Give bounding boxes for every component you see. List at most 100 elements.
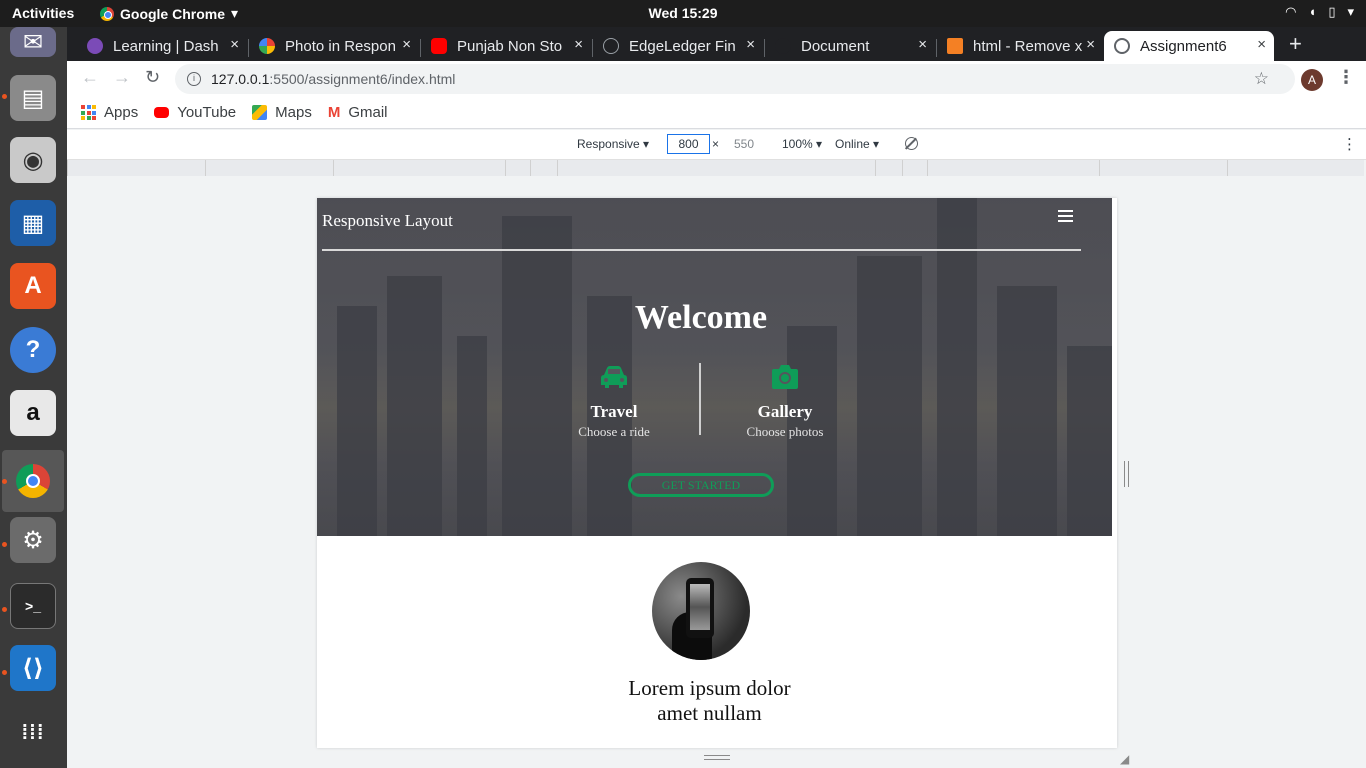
writer-icon[interactable]: ▦ — [10, 200, 56, 246]
nav-divider — [322, 249, 1081, 251]
running-indicator — [2, 542, 7, 547]
gnome-top-bar: Activities Google Chrome ▾ Wed 15:29 ◠ ◖… — [0, 0, 1366, 27]
tab-edgeledger[interactable]: EdgeLedger Fin × — [593, 31, 763, 61]
vscode-icon[interactable]: ⟨⟩ — [10, 645, 56, 691]
settings-icon[interactable]: ⚙ — [10, 517, 56, 563]
bookmarks-bar: Apps YouTube Maps M Gmail — [67, 97, 1366, 129]
url-path: :5500/assignment6/index.html — [269, 71, 456, 87]
back-icon[interactable]: ← — [81, 67, 99, 88]
bookmark-gmail[interactable]: M Gmail — [328, 104, 388, 121]
close-icon[interactable]: × — [746, 36, 755, 53]
tab-label: Learning | Dash — [113, 37, 219, 55]
site-brand[interactable]: Responsive Layout — [322, 211, 453, 231]
hamburger-menu-icon[interactable] — [1058, 210, 1073, 225]
app-menu-label: Google Chrome — [120, 5, 226, 22]
tab-document[interactable]: Document × — [765, 31, 935, 61]
bookmark-youtube[interactable]: YouTube — [154, 104, 236, 121]
height-input[interactable]: 550 — [734, 137, 754, 151]
chrome-icon[interactable] — [2, 450, 64, 512]
viewport-height-resize-handle[interactable] — [704, 755, 730, 760]
tab-label: Photo in Respon — [285, 37, 395, 55]
chrome-menu-icon[interactable]: ⋮ — [1337, 67, 1355, 88]
media-query-ruler[interactable] — [67, 159, 1366, 176]
terminal-icon[interactable]: >_ — [10, 583, 56, 629]
show-apps-icon[interactable]: ⁞⁞⁞ — [10, 710, 56, 756]
media-query-bar[interactable] — [902, 160, 927, 176]
help-icon[interactable]: ? — [10, 327, 56, 373]
running-indicator — [2, 479, 7, 484]
tab-learning[interactable]: Learning | Dash × — [77, 31, 247, 61]
photo-screen — [690, 584, 710, 630]
files-icon[interactable]: ▤ — [10, 75, 56, 121]
bookmark-label: Maps — [275, 104, 312, 121]
tab-favicon-icon — [603, 38, 619, 54]
bookmark-maps[interactable]: Maps — [252, 104, 312, 121]
bookmark-label: Apps — [104, 104, 139, 121]
media-query-bar[interactable] — [1099, 160, 1227, 176]
media-query-bar[interactable] — [67, 160, 205, 176]
tab-stackoverflow[interactable]: html - Remove x × — [937, 31, 1103, 61]
viewport-corner-resize-handle[interactable]: ◢ — [1120, 752, 1129, 766]
activities-button[interactable]: Activities — [12, 5, 74, 21]
media-query-bar[interactable] — [530, 160, 557, 176]
media-query-bar[interactable] — [505, 160, 530, 176]
info-icon[interactable]: i — [187, 72, 201, 86]
tab-photo[interactable]: Photo in Respon × — [249, 31, 419, 61]
close-icon[interactable]: × — [1086, 36, 1095, 53]
chevron-down-icon: ▾ — [231, 5, 239, 21]
app-menu[interactable]: Google Chrome ▾ — [100, 5, 238, 22]
globe-icon — [1114, 38, 1130, 54]
media-query-bar[interactable] — [1227, 160, 1364, 176]
dimension-separator: × — [712, 137, 720, 151]
rotate-icon[interactable] — [905, 137, 918, 150]
device-select[interactable]: Responsive ▾ — [577, 137, 649, 151]
device-menu-icon[interactable]: ⋮ — [1342, 135, 1357, 153]
feature-gallery[interactable]: Gallery Choose photos — [715, 363, 855, 440]
media-query-bar[interactable] — [927, 160, 1099, 176]
address-bar[interactable]: i 127.0.0.1:5500/assignment6/index.html … — [175, 64, 1295, 94]
tab-punjab[interactable]: Punjab Non Sto × — [421, 31, 591, 61]
media-query-bar[interactable] — [875, 160, 902, 176]
media-query-bar[interactable] — [557, 160, 875, 176]
thunderbird-icon[interactable]: ✉ — [10, 27, 56, 57]
close-icon[interactable]: × — [918, 36, 927, 53]
tab-label: Document — [801, 37, 870, 55]
running-indicator — [2, 94, 7, 99]
profile-avatar[interactable]: A — [1301, 69, 1323, 91]
rhythmbox-icon[interactable]: ◉ — [10, 137, 56, 183]
apps-grid-icon — [81, 105, 96, 120]
network-throttle-select[interactable]: Online ▾ — [835, 137, 879, 151]
tab-assignment6[interactable]: Assignment6 × — [1104, 31, 1274, 61]
close-icon[interactable]: × — [574, 36, 583, 53]
device-toolbar: Responsive ▾ 800 × 550 100% ▾ Online ▾ ⋮ — [67, 130, 1366, 159]
amazon-icon[interactable]: a — [10, 390, 56, 436]
bookmark-label: YouTube — [177, 104, 237, 121]
bookmark-label: Gmail — [348, 104, 388, 121]
close-icon[interactable]: × — [402, 36, 411, 53]
media-query-bar[interactable] — [205, 160, 333, 176]
volume-icon: ◖ — [1308, 4, 1317, 19]
new-tab-button[interactable]: + — [1289, 31, 1302, 57]
bookmark-star-icon[interactable]: ☆ — [1254, 69, 1269, 89]
get-started-button[interactable]: GET STARTED — [628, 473, 774, 497]
feature-travel[interactable]: Travel Choose a ride — [544, 363, 684, 440]
reload-icon[interactable]: ↻ — [145, 67, 160, 88]
bookmark-apps[interactable]: Apps — [81, 104, 138, 121]
tab-strip: Learning | Dash × Photo in Respon × Punj… — [67, 27, 1366, 61]
close-icon[interactable]: × — [230, 36, 239, 53]
emulated-viewport: Responsive Layout Welcome Travel Choose … — [317, 198, 1117, 748]
media-query-bar[interactable] — [333, 160, 505, 176]
software-center-icon[interactable]: A — [10, 263, 56, 309]
close-icon[interactable]: × — [1257, 36, 1266, 53]
heading-line: Lorem ipsum dolor — [628, 676, 791, 700]
viewport-width-resize-handle[interactable] — [1124, 461, 1129, 487]
running-indicator — [2, 670, 7, 675]
forward-icon[interactable]: → — [113, 67, 131, 88]
width-input[interactable]: 800 — [667, 134, 710, 154]
system-tray[interactable]: ◠ ◖ ▯ ▾ — [1285, 4, 1354, 20]
hero-section: Responsive Layout Welcome Travel Choose … — [317, 198, 1112, 536]
zoom-select[interactable]: 100% ▾ — [782, 137, 822, 151]
car-icon — [601, 366, 627, 388]
tab-favicon-icon — [259, 38, 275, 54]
tab-label: EdgeLedger Fin — [629, 37, 736, 55]
